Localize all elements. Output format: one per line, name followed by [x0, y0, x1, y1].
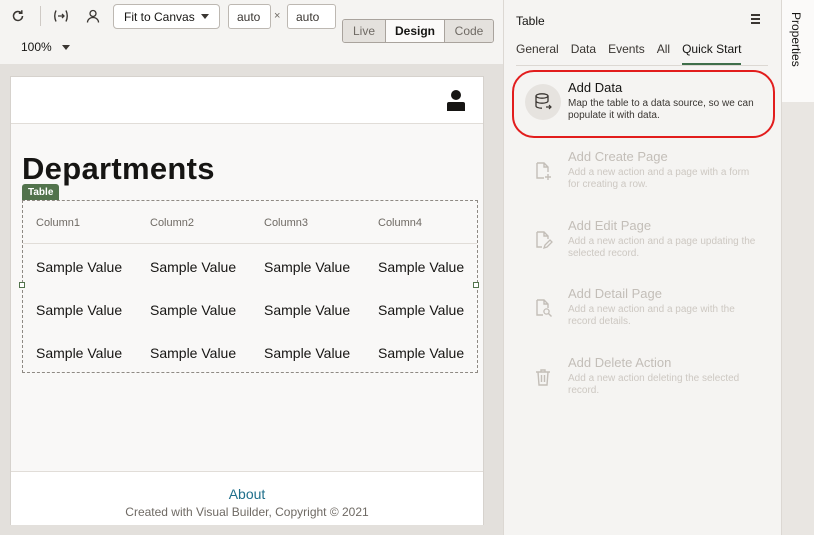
tabs-divider [516, 65, 768, 66]
mode-live-button[interactable]: Live [343, 20, 386, 42]
refresh-icon[interactable] [7, 5, 29, 27]
tab-data[interactable]: Data [571, 42, 596, 65]
mode-design-button[interactable]: Design [386, 20, 445, 42]
menu-icon[interactable] [751, 14, 761, 24]
page-title[interactable]: Departments [22, 151, 215, 187]
width-value: auto [237, 9, 261, 24]
properties-side-tab[interactable]: Properties [782, 0, 814, 102]
table-cell: Sample Value [264, 258, 351, 275]
trash-icon [525, 359, 561, 395]
height-input[interactable]: auto [287, 4, 336, 29]
avatar-icon[interactable] [447, 90, 465, 112]
chevron-down-icon [61, 44, 70, 50]
fit-to-canvas-select[interactable]: Fit to Canvas [113, 4, 220, 29]
height-value: auto [296, 9, 320, 24]
quick-start-title: Add Edit Page [568, 218, 652, 233]
quick-start-description: Add a new action and a page with the rec… [568, 304, 735, 327]
designer-toolbar: Fit to Canvas auto × auto Live Design Co… [0, 0, 503, 64]
page-header [11, 77, 483, 124]
tab-quick-start[interactable]: Quick Start [682, 42, 742, 65]
side-rail: Properties [781, 0, 814, 535]
quick-start-add-edit-page: Add Edit Page Add a new action and a pag… [516, 218, 770, 278]
variables-icon[interactable] [50, 5, 72, 27]
panel-title: Table [516, 14, 545, 28]
table-cell: Sample Value [264, 301, 351, 318]
properties-tabs: General Data Events All Quick Start [516, 42, 742, 65]
quick-start-description: Add a new action and a page updating the… [568, 236, 756, 259]
quick-start-title: Add Delete Action [568, 355, 672, 370]
toolbar-divider [40, 6, 41, 26]
table-cell: Sample Value [36, 344, 123, 361]
width-input[interactable]: auto [228, 4, 271, 29]
quick-start-description: Add a new action and a page with a form … [568, 167, 750, 190]
table-cell: Sample Value [378, 344, 465, 361]
user-icon[interactable] [82, 5, 104, 27]
copyright-text: Created with Visual Builder, Copyright ©… [125, 505, 369, 519]
fit-select-label: Fit to Canvas [124, 9, 195, 24]
page-add-icon [525, 153, 561, 189]
annotation-highlight [512, 70, 775, 138]
table-header-row: Column1 Column2 Column3 Column4 [23, 201, 477, 244]
table-cell: Sample Value [378, 301, 465, 318]
mode-code-button[interactable]: Code [445, 20, 493, 42]
table-header-cell: Column4 [378, 216, 423, 229]
table-cell: Sample Value [150, 258, 237, 275]
zoom-value: 100% [21, 40, 52, 54]
tab-all[interactable]: All [657, 42, 670, 65]
quick-start-title: Add Create Page [568, 149, 668, 164]
table-cell: Sample Value [150, 344, 237, 361]
table-cell: Sample Value [264, 344, 351, 361]
page-edit-icon [525, 222, 561, 258]
about-link[interactable]: About [11, 486, 483, 502]
table-header-cell: Column3 [264, 216, 309, 229]
properties-side-tab-label: Properties [789, 12, 803, 67]
tab-general[interactable]: General [516, 42, 559, 65]
table-cell: Sample Value [36, 258, 123, 275]
zoom-select[interactable]: 100% [21, 40, 70, 54]
page-footer: About Created with Visual Builder, Copyr… [11, 471, 483, 525]
quick-start-add-detail-page: Add Detail Page Add a new action and a p… [516, 286, 770, 346]
table-cell: Sample Value [378, 258, 465, 275]
table-cell: Sample Value [36, 301, 123, 318]
table-header-cell: Column2 [150, 216, 195, 229]
dimension-times: × [274, 10, 281, 22]
view-mode-switch: Live Design Code [342, 19, 494, 43]
page-search-icon [525, 290, 561, 326]
properties-panel: Table General Data Events All Quick Star… [503, 0, 781, 535]
table-header-cell: Column1 [36, 216, 81, 229]
page-preview: Departments Table Column1 Column2 Column… [10, 76, 484, 525]
table-cell: Sample Value [150, 301, 237, 318]
quick-start-add-create-page: Add Create Page Add a new action and a p… [516, 149, 770, 209]
table-component[interactable]: Column1 Column2 Column3 Column4 Sample V… [19, 200, 479, 373]
chevron-down-icon [201, 14, 209, 19]
quick-start-title: Add Detail Page [568, 286, 662, 301]
quick-start-description: Add a new action deleting the selected r… [568, 373, 740, 396]
quick-start-add-delete-action: Add Delete Action Add a new action delet… [516, 355, 770, 415]
component-tag: Table [22, 184, 60, 200]
tab-events[interactable]: Events [608, 42, 645, 65]
